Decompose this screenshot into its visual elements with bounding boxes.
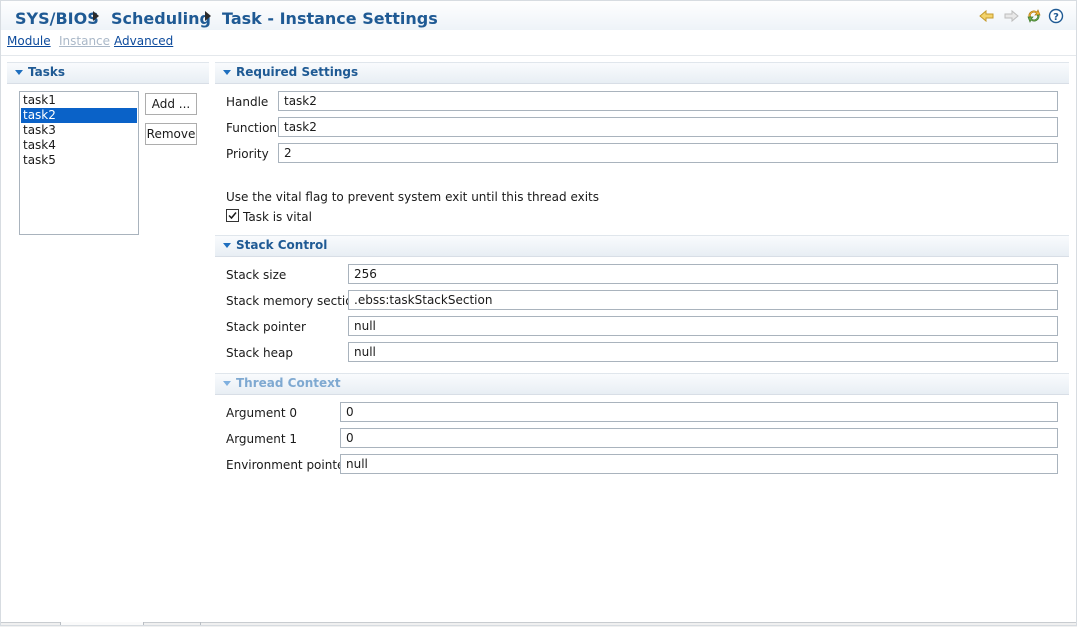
- stack-size-field[interactable]: 256: [348, 264, 1058, 284]
- back-arrow-icon[interactable]: [979, 8, 995, 24]
- collapse-triangle-icon[interactable]: [223, 381, 231, 386]
- refresh-icon[interactable]: [1026, 8, 1042, 24]
- list-item-task5[interactable]: task5: [21, 153, 137, 168]
- argument-0-field[interactable]: 0: [340, 402, 1058, 422]
- collapse-triangle-icon[interactable]: [15, 70, 23, 75]
- list-item-task3[interactable]: task3: [21, 123, 137, 138]
- collapse-triangle-icon[interactable]: [223, 70, 231, 75]
- page-title: Task - Instance Settings: [222, 9, 438, 28]
- stack-size-label: Stack size: [226, 268, 287, 282]
- required-settings-header[interactable]: Required Settings: [215, 62, 1069, 84]
- forward-arrow-icon[interactable]: [1003, 8, 1019, 24]
- stack-pointer-field[interactable]: null: [348, 316, 1058, 336]
- bottom-tab[interactable]: [60, 622, 144, 626]
- required-settings-title: Required Settings: [236, 65, 359, 79]
- tasks-list[interactable]: task1 task2 task3 task4 task5: [19, 91, 139, 235]
- list-item-task4[interactable]: task4: [21, 138, 137, 153]
- list-item-task1[interactable]: task1: [21, 93, 137, 108]
- environment-pointer-label: Environment pointer: [226, 458, 350, 472]
- handle-label: Handle: [226, 95, 269, 109]
- stack-heap-field[interactable]: null: [348, 342, 1058, 362]
- stack-memory-section-label: Stack memory section: [226, 294, 361, 308]
- stack-control-title: Stack Control: [236, 238, 328, 252]
- advanced-link[interactable]: Advanced: [114, 34, 173, 48]
- breadcrumb-sysbios[interactable]: SYS/BIOS: [15, 9, 99, 28]
- tasks-section-title: Tasks: [28, 65, 66, 79]
- breadcrumb-scheduling[interactable]: Scheduling: [111, 9, 211, 28]
- stack-heap-label: Stack heap: [226, 346, 293, 360]
- stack-memory-section-field[interactable]: .ebss:taskStackSection: [348, 290, 1058, 310]
- svg-text:?: ?: [1053, 12, 1059, 23]
- help-icon[interactable]: ?: [1048, 8, 1064, 24]
- thread-context-title: Thread Context: [236, 376, 341, 390]
- task-instance-settings-editor: SYS/BIOS Scheduling Task - Instance Sett…: [0, 0, 1077, 627]
- argument-1-label: Argument 1: [226, 432, 297, 446]
- environment-pointer-field[interactable]: null: [340, 454, 1058, 474]
- collapse-triangle-icon[interactable]: [223, 243, 231, 248]
- thread-context-header[interactable]: Thread Context: [215, 373, 1069, 395]
- stack-pointer-label: Stack pointer: [226, 320, 306, 334]
- divider: [0, 55, 1077, 56]
- handle-field[interactable]: task2: [278, 91, 1058, 111]
- task-vital-label[interactable]: Task is vital: [243, 210, 312, 224]
- breadcrumb-separator-icon: [93, 11, 99, 21]
- check-icon: [228, 212, 237, 220]
- add-task-button[interactable]: Add ...: [145, 93, 197, 115]
- task-vital-checkbox[interactable]: [226, 209, 239, 222]
- module-link[interactable]: Module: [7, 34, 51, 48]
- remove-task-button[interactable]: Remove: [145, 123, 197, 145]
- function-field[interactable]: task2: [278, 117, 1058, 137]
- bottom-tab[interactable]: [143, 622, 201, 626]
- priority-label: Priority: [226, 147, 269, 161]
- tasks-section-header[interactable]: Tasks: [7, 62, 209, 84]
- stack-control-header[interactable]: Stack Control: [215, 235, 1069, 257]
- list-item-task2[interactable]: task2: [21, 108, 137, 123]
- priority-field[interactable]: 2: [278, 143, 1058, 163]
- function-label: Function: [226, 121, 278, 135]
- editor-header: SYS/BIOS Scheduling Task - Instance Sett…: [0, 0, 1077, 30]
- breadcrumb-separator-icon: [205, 11, 211, 21]
- instance-link: Instance: [59, 34, 111, 48]
- argument-0-label: Argument 0: [226, 406, 297, 420]
- argument-1-field[interactable]: 0: [340, 428, 1058, 448]
- vital-note: Use the vital flag to prevent system exi…: [226, 190, 600, 204]
